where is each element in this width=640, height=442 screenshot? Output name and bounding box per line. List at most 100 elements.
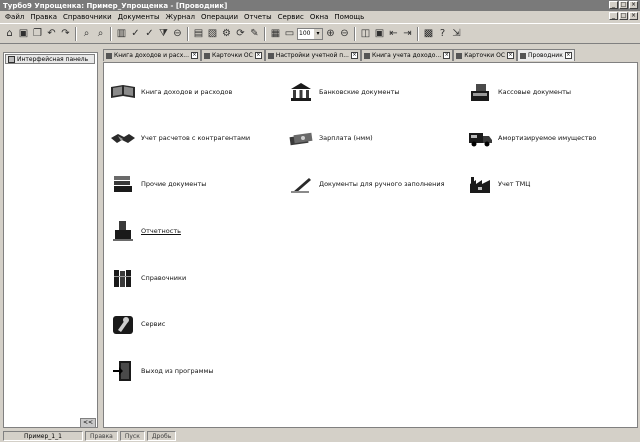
close-icon[interactable]: × bbox=[350, 52, 358, 59]
close-icon[interactable]: × bbox=[507, 52, 515, 59]
exit-icon[interactable]: ⇲ bbox=[450, 26, 463, 41]
arrow-right-icon[interactable]: ⇥ bbox=[401, 26, 414, 41]
tab-label: Карточки ОС bbox=[464, 52, 506, 59]
truck-icon bbox=[466, 127, 494, 149]
zoom-in-icon[interactable]: ⊕ bbox=[324, 26, 337, 41]
handshake-icon bbox=[109, 127, 137, 149]
maximize-button[interactable]: □ bbox=[619, 1, 628, 9]
menu-journal[interactable]: Журнал bbox=[163, 13, 198, 21]
mdi-minimize-button[interactable]: _ bbox=[609, 12, 618, 20]
close-icon[interactable]: × bbox=[443, 52, 451, 59]
window-icon[interactable]: ◫ bbox=[359, 26, 372, 41]
explorer-item-reports[interactable]: Отчетность bbox=[109, 220, 181, 242]
tab-asset-cards[interactable]: Карточки ОС × bbox=[201, 49, 265, 61]
check-icon[interactable]: ✓ bbox=[129, 26, 142, 41]
toolbar-separator bbox=[187, 26, 189, 41]
mdi-close-button[interactable]: × bbox=[629, 12, 638, 20]
tab-income-ledger[interactable]: Книга учета доходо... × bbox=[360, 49, 454, 61]
menu-reports[interactable]: Отчеты bbox=[241, 13, 275, 21]
menu-file[interactable]: Файл bbox=[2, 13, 27, 21]
cascade-icon[interactable]: ▣ bbox=[373, 26, 386, 41]
explorer-item-label: Справочники bbox=[141, 274, 187, 282]
explorer-item-other-documents[interactable]: Прочие документы bbox=[109, 173, 206, 195]
menu-operations[interactable]: Операции bbox=[198, 13, 241, 21]
calculator-icon[interactable]: ▩ bbox=[422, 26, 435, 41]
help-icon[interactable]: ? bbox=[436, 26, 449, 41]
menu-documents[interactable]: Документы bbox=[115, 13, 163, 21]
menu-edit[interactable]: Правка bbox=[27, 13, 60, 21]
explorer-item-manual-documents[interactable]: Документы для ручного заполнения bbox=[287, 173, 445, 195]
tools-icon[interactable]: ✎ bbox=[248, 26, 261, 41]
tab-accounting-settings[interactable]: Настройки учетной п... × bbox=[264, 49, 361, 61]
toolbar: ⌂ ▣ ❐ ↶ ↷ ⌕ ⌕ ▥ ✓ ✓ ⧩ ⊖ ▤ ▧ ⚙ ⟳ ✎ ▦ ▭ 10… bbox=[0, 23, 640, 44]
zoom-combo[interactable]: 100 ▾ bbox=[297, 27, 323, 40]
minimize-button[interactable]: _ bbox=[609, 1, 618, 9]
explorer-item-depreciable-property[interactable]: Амортизируемое имущество bbox=[466, 127, 596, 149]
close-icon[interactable]: × bbox=[254, 52, 262, 59]
explorer-item-counterparty-settlements[interactable]: Учет расчетов с контрагентами bbox=[109, 127, 250, 149]
toolbar-separator bbox=[75, 26, 77, 41]
explorer-icon[interactable]: ▣ bbox=[17, 26, 30, 41]
collapse-panel-button[interactable]: << bbox=[80, 418, 96, 428]
explorer-item-service[interactable]: Сервис bbox=[109, 313, 165, 335]
menu-help[interactable]: Помощь bbox=[331, 13, 367, 21]
pen-icon bbox=[287, 173, 315, 195]
explorer-item-label: Зарплата (нмм) bbox=[319, 134, 373, 142]
calendar-icon[interactable]: ▦ bbox=[269, 26, 282, 41]
explorer-item-label: Выход из программы bbox=[141, 367, 214, 375]
zoom-out-icon[interactable]: ⊖ bbox=[338, 26, 351, 41]
explorer-item-exit[interactable]: Выход из программы bbox=[109, 360, 214, 382]
cash-register-icon bbox=[466, 81, 494, 103]
home-icon[interactable]: ⌂ bbox=[3, 26, 16, 41]
toolbar-separator bbox=[354, 26, 356, 41]
menu-service[interactable]: Сервис bbox=[275, 13, 307, 21]
refresh-icon[interactable]: ⟳ bbox=[234, 26, 247, 41]
zoom-value: 100 bbox=[299, 30, 311, 37]
print-preview-icon[interactable]: ▭ bbox=[283, 26, 296, 41]
explorer-item-income-book[interactable]: Книга доходов и расходов bbox=[109, 81, 232, 103]
tab-label: Книга учета доходо... bbox=[371, 52, 442, 59]
find-next-icon[interactable]: ⌕ bbox=[94, 26, 107, 41]
title-bar: Турбо9 Упрощенка: Пример_Упрощенка - [Пр… bbox=[0, 0, 640, 11]
tab-label: Проводник bbox=[528, 52, 563, 59]
chevron-down-icon[interactable]: ▾ bbox=[314, 28, 322, 39]
forward-icon[interactable]: ↷ bbox=[59, 26, 72, 41]
explorer-item-salary[interactable]: Зарплата (нмм) bbox=[287, 127, 373, 149]
explorer-item-inventory[interactable]: Учет ТМЦ bbox=[466, 173, 530, 195]
toolbar-separator bbox=[110, 26, 112, 41]
back-icon[interactable]: ↶ bbox=[45, 26, 58, 41]
interface-panel-tab[interactable]: Интерфейсная панель bbox=[5, 54, 95, 64]
journal-icon[interactable]: ▥ bbox=[115, 26, 128, 41]
close-icon[interactable]: × bbox=[191, 52, 198, 59]
tab-asset-cards-2[interactable]: Карточки ОС × bbox=[453, 49, 518, 61]
status-extra: Дробь bbox=[146, 431, 177, 441]
document-icon bbox=[456, 52, 463, 59]
documents-icon bbox=[109, 173, 137, 195]
menu-windows[interactable]: Окна bbox=[307, 13, 332, 21]
explorer-item-cash-documents[interactable]: Кассовые документы bbox=[466, 81, 571, 103]
open-document-icon[interactable]: ▧ bbox=[206, 26, 219, 41]
copy-icon[interactable]: ❐ bbox=[31, 26, 44, 41]
arrow-left-icon[interactable]: ⇤ bbox=[387, 26, 400, 41]
explorer-item-references[interactable]: Справочники bbox=[109, 267, 186, 289]
settings-icon[interactable]: ⚙ bbox=[220, 26, 233, 41]
explorer-pane: Книга доходов и расходов Банковские доку… bbox=[103, 62, 638, 428]
search-icon[interactable]: ⌕ bbox=[80, 26, 93, 41]
tab-label: Настройки учетной п... bbox=[275, 52, 349, 59]
mdi-restore-button[interactable]: □ bbox=[619, 12, 628, 20]
explorer-item-bank-documents[interactable]: Банковские документы bbox=[287, 81, 400, 103]
bank-icon bbox=[287, 81, 315, 103]
close-icon[interactable]: × bbox=[564, 52, 572, 59]
new-document-icon[interactable]: ▤ bbox=[192, 26, 205, 41]
tab-explorer[interactable]: Проводник × bbox=[517, 49, 575, 61]
clear-icon[interactable]: ⊖ bbox=[171, 26, 184, 41]
interface-panel-label: Интерфейсная панель bbox=[17, 55, 89, 63]
menu-references[interactable]: Справочники bbox=[60, 13, 115, 21]
window-title: Турбо9 Упрощенка: Пример_Упрощенка - [Пр… bbox=[3, 1, 228, 10]
uncheck-icon[interactable]: ✓ bbox=[143, 26, 156, 41]
filter-icon[interactable]: ⧩ bbox=[157, 26, 170, 41]
status-mode: Правка bbox=[85, 431, 118, 441]
toolbar-separator bbox=[264, 26, 266, 41]
tab-income-book[interactable]: Книга доходов и расх... × bbox=[103, 49, 201, 61]
close-button[interactable]: × bbox=[629, 1, 638, 9]
